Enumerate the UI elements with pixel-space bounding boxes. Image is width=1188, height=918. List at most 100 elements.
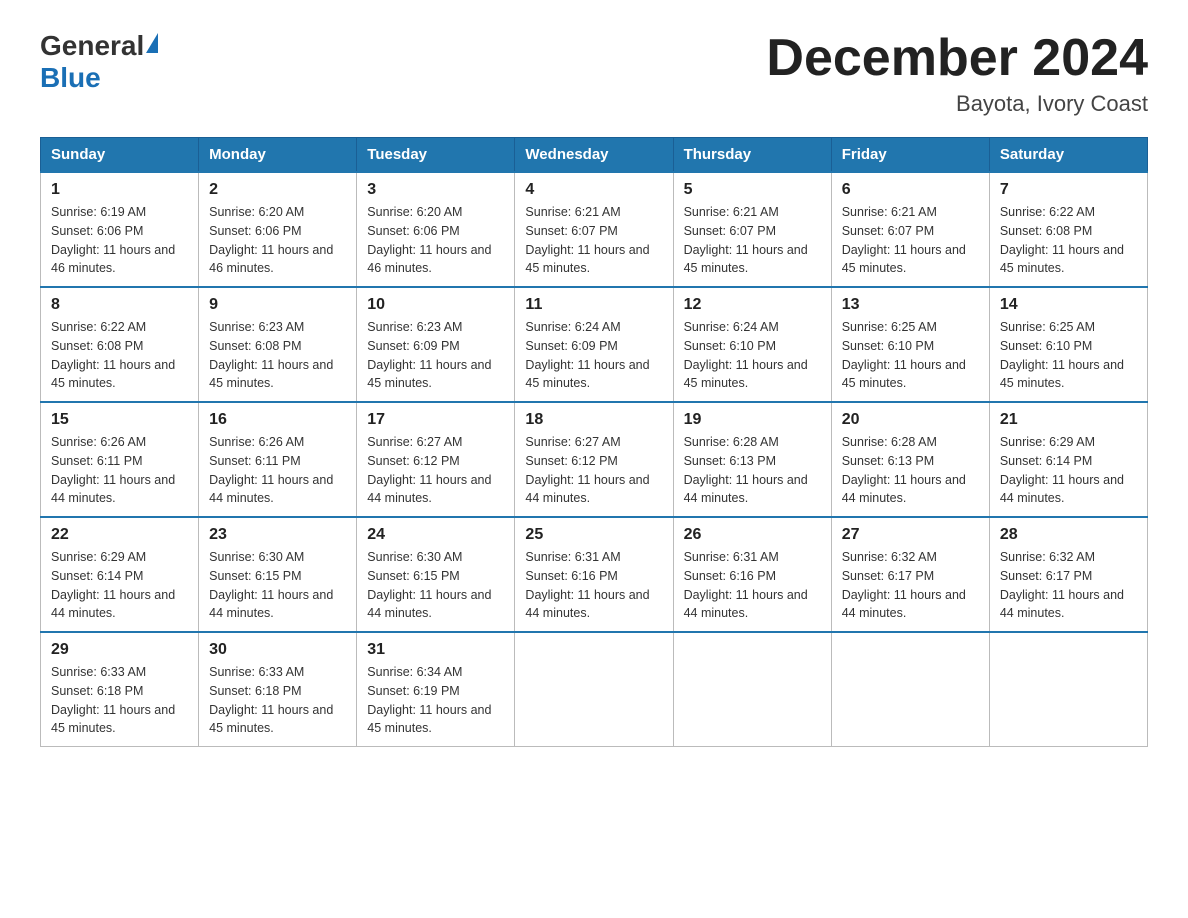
calendar-cell: [989, 632, 1147, 747]
logo-triangle-icon: [146, 33, 158, 53]
day-number: 19: [684, 411, 821, 429]
calendar-cell: 31 Sunrise: 6:34 AM Sunset: 6:19 PM Dayl…: [357, 632, 515, 747]
day-info: Sunrise: 6:23 AM Sunset: 6:09 PM Dayligh…: [367, 318, 504, 393]
col-monday: Monday: [199, 138, 357, 173]
day-number: 25: [525, 526, 662, 544]
calendar-cell: 22 Sunrise: 6:29 AM Sunset: 6:14 PM Dayl…: [41, 517, 199, 632]
day-info: Sunrise: 6:34 AM Sunset: 6:19 PM Dayligh…: [367, 663, 504, 738]
calendar-cell: 3 Sunrise: 6:20 AM Sunset: 6:06 PM Dayli…: [357, 172, 515, 287]
calendar-cell: 7 Sunrise: 6:22 AM Sunset: 6:08 PM Dayli…: [989, 172, 1147, 287]
calendar-cell: [673, 632, 831, 747]
day-info: Sunrise: 6:23 AM Sunset: 6:08 PM Dayligh…: [209, 318, 346, 393]
calendar-header-row: Sunday Monday Tuesday Wednesday Thursday…: [41, 138, 1148, 173]
calendar-cell: 12 Sunrise: 6:24 AM Sunset: 6:10 PM Dayl…: [673, 287, 831, 402]
logo-blue-text: Blue: [40, 62, 101, 94]
location-text: Bayota, Ivory Coast: [766, 91, 1148, 117]
day-info: Sunrise: 6:22 AM Sunset: 6:08 PM Dayligh…: [51, 318, 188, 393]
calendar-cell: 30 Sunrise: 6:33 AM Sunset: 6:18 PM Dayl…: [199, 632, 357, 747]
day-info: Sunrise: 6:31 AM Sunset: 6:16 PM Dayligh…: [525, 548, 662, 623]
calendar-cell: 28 Sunrise: 6:32 AM Sunset: 6:17 PM Dayl…: [989, 517, 1147, 632]
col-sunday: Sunday: [41, 138, 199, 173]
week-row-4: 22 Sunrise: 6:29 AM Sunset: 6:14 PM Dayl…: [41, 517, 1148, 632]
day-info: Sunrise: 6:21 AM Sunset: 6:07 PM Dayligh…: [842, 203, 979, 278]
col-tuesday: Tuesday: [357, 138, 515, 173]
calendar-cell: 4 Sunrise: 6:21 AM Sunset: 6:07 PM Dayli…: [515, 172, 673, 287]
day-info: Sunrise: 6:33 AM Sunset: 6:18 PM Dayligh…: [51, 663, 188, 738]
day-info: Sunrise: 6:27 AM Sunset: 6:12 PM Dayligh…: [367, 433, 504, 508]
calendar-cell: 8 Sunrise: 6:22 AM Sunset: 6:08 PM Dayli…: [41, 287, 199, 402]
day-number: 9: [209, 296, 346, 314]
day-number: 8: [51, 296, 188, 314]
day-info: Sunrise: 6:20 AM Sunset: 6:06 PM Dayligh…: [367, 203, 504, 278]
day-info: Sunrise: 6:30 AM Sunset: 6:15 PM Dayligh…: [209, 548, 346, 623]
day-number: 26: [684, 526, 821, 544]
day-number: 20: [842, 411, 979, 429]
day-info: Sunrise: 6:26 AM Sunset: 6:11 PM Dayligh…: [209, 433, 346, 508]
day-info: Sunrise: 6:26 AM Sunset: 6:11 PM Dayligh…: [51, 433, 188, 508]
calendar-cell: 13 Sunrise: 6:25 AM Sunset: 6:10 PM Dayl…: [831, 287, 989, 402]
month-year-title: December 2024: [766, 30, 1148, 87]
calendar-cell: 27 Sunrise: 6:32 AM Sunset: 6:17 PM Dayl…: [831, 517, 989, 632]
day-info: Sunrise: 6:21 AM Sunset: 6:07 PM Dayligh…: [525, 203, 662, 278]
day-number: 1: [51, 181, 188, 199]
day-number: 13: [842, 296, 979, 314]
calendar-cell: 16 Sunrise: 6:26 AM Sunset: 6:11 PM Dayl…: [199, 402, 357, 517]
day-info: Sunrise: 6:19 AM Sunset: 6:06 PM Dayligh…: [51, 203, 188, 278]
day-info: Sunrise: 6:25 AM Sunset: 6:10 PM Dayligh…: [842, 318, 979, 393]
week-row-5: 29 Sunrise: 6:33 AM Sunset: 6:18 PM Dayl…: [41, 632, 1148, 747]
calendar-cell: 11 Sunrise: 6:24 AM Sunset: 6:09 PM Dayl…: [515, 287, 673, 402]
calendar-cell: 24 Sunrise: 6:30 AM Sunset: 6:15 PM Dayl…: [357, 517, 515, 632]
day-number: 29: [51, 641, 188, 659]
day-number: 30: [209, 641, 346, 659]
calendar-cell: 15 Sunrise: 6:26 AM Sunset: 6:11 PM Dayl…: [41, 402, 199, 517]
day-number: 23: [209, 526, 346, 544]
logo: General Blue: [40, 30, 158, 94]
title-area: December 2024 Bayota, Ivory Coast: [766, 30, 1148, 117]
day-info: Sunrise: 6:24 AM Sunset: 6:09 PM Dayligh…: [525, 318, 662, 393]
day-number: 21: [1000, 411, 1137, 429]
calendar-cell: 29 Sunrise: 6:33 AM Sunset: 6:18 PM Dayl…: [41, 632, 199, 747]
day-number: 16: [209, 411, 346, 429]
day-number: 22: [51, 526, 188, 544]
col-friday: Friday: [831, 138, 989, 173]
calendar-cell: [515, 632, 673, 747]
day-info: Sunrise: 6:32 AM Sunset: 6:17 PM Dayligh…: [842, 548, 979, 623]
day-info: Sunrise: 6:28 AM Sunset: 6:13 PM Dayligh…: [684, 433, 821, 508]
day-info: Sunrise: 6:27 AM Sunset: 6:12 PM Dayligh…: [525, 433, 662, 508]
day-number: 3: [367, 181, 504, 199]
calendar-cell: 19 Sunrise: 6:28 AM Sunset: 6:13 PM Dayl…: [673, 402, 831, 517]
day-info: Sunrise: 6:28 AM Sunset: 6:13 PM Dayligh…: [842, 433, 979, 508]
calendar-cell: 2 Sunrise: 6:20 AM Sunset: 6:06 PM Dayli…: [199, 172, 357, 287]
day-number: 11: [525, 296, 662, 314]
day-number: 31: [367, 641, 504, 659]
col-wednesday: Wednesday: [515, 138, 673, 173]
week-row-2: 8 Sunrise: 6:22 AM Sunset: 6:08 PM Dayli…: [41, 287, 1148, 402]
calendar-cell: 21 Sunrise: 6:29 AM Sunset: 6:14 PM Dayl…: [989, 402, 1147, 517]
day-number: 27: [842, 526, 979, 544]
calendar-cell: 14 Sunrise: 6:25 AM Sunset: 6:10 PM Dayl…: [989, 287, 1147, 402]
logo-general-text: General: [40, 30, 144, 62]
day-number: 28: [1000, 526, 1137, 544]
day-number: 5: [684, 181, 821, 199]
calendar-cell: 23 Sunrise: 6:30 AM Sunset: 6:15 PM Dayl…: [199, 517, 357, 632]
day-number: 10: [367, 296, 504, 314]
day-info: Sunrise: 6:20 AM Sunset: 6:06 PM Dayligh…: [209, 203, 346, 278]
day-info: Sunrise: 6:33 AM Sunset: 6:18 PM Dayligh…: [209, 663, 346, 738]
calendar-cell: 25 Sunrise: 6:31 AM Sunset: 6:16 PM Dayl…: [515, 517, 673, 632]
day-number: 14: [1000, 296, 1137, 314]
day-number: 12: [684, 296, 821, 314]
day-info: Sunrise: 6:32 AM Sunset: 6:17 PM Dayligh…: [1000, 548, 1137, 623]
week-row-3: 15 Sunrise: 6:26 AM Sunset: 6:11 PM Dayl…: [41, 402, 1148, 517]
calendar-cell: 6 Sunrise: 6:21 AM Sunset: 6:07 PM Dayli…: [831, 172, 989, 287]
calendar-cell: 1 Sunrise: 6:19 AM Sunset: 6:06 PM Dayli…: [41, 172, 199, 287]
day-number: 18: [525, 411, 662, 429]
calendar-table: Sunday Monday Tuesday Wednesday Thursday…: [40, 137, 1148, 747]
day-number: 6: [842, 181, 979, 199]
calendar-cell: [831, 632, 989, 747]
calendar-cell: 5 Sunrise: 6:21 AM Sunset: 6:07 PM Dayli…: [673, 172, 831, 287]
day-info: Sunrise: 6:24 AM Sunset: 6:10 PM Dayligh…: [684, 318, 821, 393]
day-info: Sunrise: 6:31 AM Sunset: 6:16 PM Dayligh…: [684, 548, 821, 623]
day-info: Sunrise: 6:25 AM Sunset: 6:10 PM Dayligh…: [1000, 318, 1137, 393]
calendar-cell: 17 Sunrise: 6:27 AM Sunset: 6:12 PM Dayl…: [357, 402, 515, 517]
day-number: 2: [209, 181, 346, 199]
